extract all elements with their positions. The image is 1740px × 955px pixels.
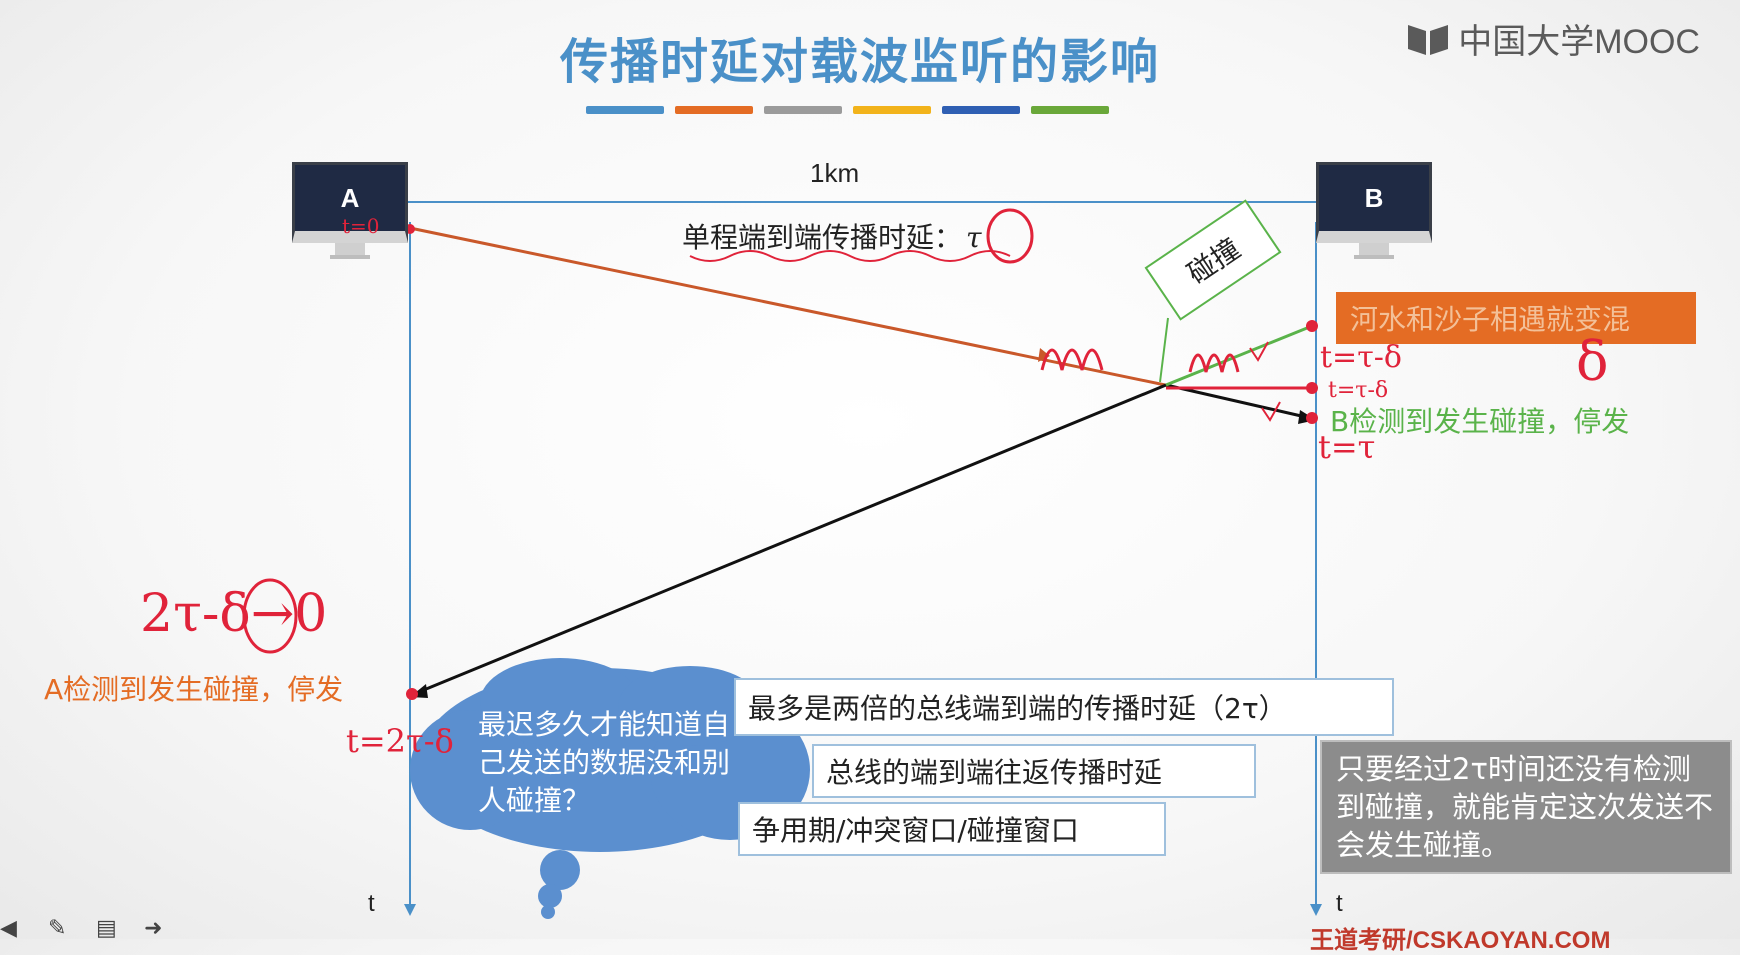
answer-box-max: 最多是两倍的总线端到端的传播时延（2τ） [734,678,1394,736]
footer-watermark: 王道考研/CSKAOYAN.COM [1310,927,1611,954]
player-toolbar: ◀ ✎ ▤ ➜ [0,916,170,941]
prev-icon[interactable]: ◀ [0,916,26,941]
collision-pointer [1159,317,1169,383]
station-a-monitor: A [292,162,408,259]
station-b-label: B [1316,162,1432,243]
collision-to-b-line [1165,383,1311,420]
time-axis-b-label: t [1336,890,1343,917]
hw-delta: δ [1576,330,1609,393]
next-icon[interactable]: ➜ [144,916,170,941]
station-b-monitor: B [1316,162,1432,259]
analogy-box: 河水和沙子相遇就变混 [1336,292,1696,344]
tau-symbol: τ [966,221,982,254]
time-axis-a-label: t [368,890,375,917]
red-dot-b3 [1306,412,1318,424]
red-dot-a1 [406,688,418,700]
red-dot-b1 [1306,320,1318,332]
a-detect-label: A检测到发生碰撞，停发 [44,673,344,706]
red-dot-b2 [1306,382,1318,394]
cloud-question-text: 最迟多久才能知道自己发送的数据没和别人碰撞？ [478,708,731,817]
time-axis-a-arrow [404,904,416,916]
hw-a-t: t=2τ-δ [346,722,454,760]
delay-text: 单程端到端传播时延： [682,221,963,254]
b-send-line [1165,324,1313,387]
conclusion-note: 只要经过2τ时间还没有检测到碰撞，就能肯定这次发送不会发生碰撞。 [1320,740,1732,874]
pen-icon[interactable]: ✎ [48,916,74,941]
hw-t0: t=0 [342,214,380,238]
hw-b-t3: t=τ [1318,428,1376,466]
hw-b-t2: t=τ-δ [1328,378,1389,403]
answer-box-windows: 争用期/冲突窗口/碰撞窗口 [738,802,1166,856]
slides-icon[interactable]: ▤ [96,916,122,941]
hw-b-t1: t=τ-δ [1320,340,1402,375]
hw-a-limit: 2τ-δ→0 [140,584,328,644]
tau-circle [986,208,1034,264]
distance-label: 1km [810,158,860,188]
propagation-delay-label: 单程端到端传播时延： τ [682,216,982,256]
answer-box-roundtrip: 总线的端到端往返传播时延 [812,744,1256,798]
time-axis-b-arrow [1310,904,1322,916]
b-signal-line [413,383,1167,696]
